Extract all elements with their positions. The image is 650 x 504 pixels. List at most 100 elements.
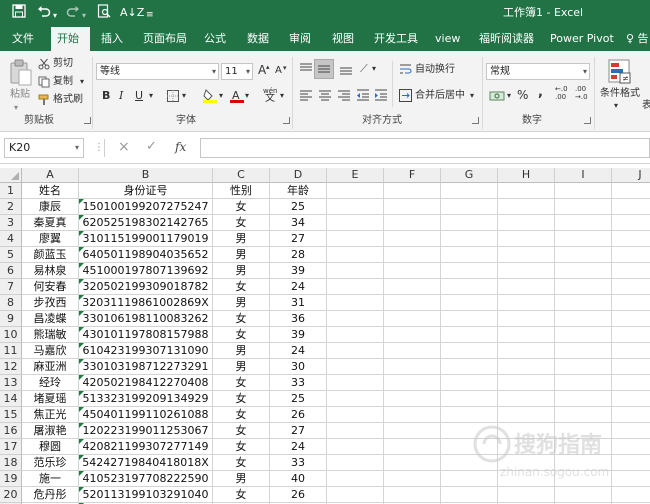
font-name-select[interactable]: 等线 ▾ bbox=[96, 63, 219, 80]
cell-a9[interactable]: 昌凌蝶 bbox=[22, 311, 79, 327]
cell-f4[interactable] bbox=[384, 231, 441, 247]
cell-c17[interactable]: 女 bbox=[213, 439, 270, 455]
cell-b7[interactable]: 320502199309018782 bbox=[79, 279, 213, 295]
cell-g14[interactable] bbox=[441, 391, 498, 407]
cell-a3[interactable]: 秦夏真 bbox=[22, 215, 79, 231]
fill-color-icon[interactable] bbox=[203, 88, 217, 106]
increase-indent-icon[interactable] bbox=[374, 88, 388, 105]
tab-formulas[interactable]: 公式 bbox=[198, 27, 232, 51]
cell-b16[interactable]: 120223199011253067 bbox=[79, 423, 213, 439]
number-launcher-icon[interactable] bbox=[584, 117, 591, 124]
align-top-icon[interactable] bbox=[299, 62, 313, 79]
cell-g8[interactable] bbox=[441, 295, 498, 311]
cell-f5[interactable] bbox=[384, 247, 441, 263]
cell-d2[interactable]: 25 bbox=[270, 199, 327, 215]
decrease-indent-icon[interactable] bbox=[356, 88, 370, 105]
cell-c19[interactable]: 男 bbox=[213, 471, 270, 487]
cell-i1[interactable] bbox=[555, 183, 612, 199]
cell-b2[interactable]: 150100199207275247 bbox=[79, 199, 213, 215]
cell-f9[interactable] bbox=[384, 311, 441, 327]
row-header-17[interactable]: 17 bbox=[0, 439, 22, 455]
merge-dropdown-icon[interactable]: ▾ bbox=[470, 89, 474, 103]
redo-icon[interactable] bbox=[66, 4, 80, 24]
cell-g10[interactable] bbox=[441, 327, 498, 343]
cell-b18[interactable]: 54242719840418018X bbox=[79, 455, 213, 471]
cell-f17[interactable] bbox=[384, 439, 441, 455]
cell-h12[interactable] bbox=[498, 359, 555, 375]
cell-e16[interactable] bbox=[327, 423, 384, 439]
cell-b15[interactable]: 450401199110261088 bbox=[79, 407, 213, 423]
undo-dropdown-icon[interactable]: ▾ bbox=[53, 7, 57, 25]
cell-c13[interactable]: 女 bbox=[213, 375, 270, 391]
cell-h5[interactable] bbox=[498, 247, 555, 263]
row-header-9[interactable]: 9 bbox=[0, 311, 22, 327]
cell-c4[interactable]: 男 bbox=[213, 231, 270, 247]
cell-e17[interactable] bbox=[327, 439, 384, 455]
redo-dropdown-icon[interactable]: ▾ bbox=[82, 7, 86, 25]
cell-a8[interactable]: 步孜西 bbox=[22, 295, 79, 311]
cell-e3[interactable] bbox=[327, 215, 384, 231]
cell-h20[interactable] bbox=[498, 487, 555, 503]
cell-b6[interactable]: 451000197807139692 bbox=[79, 263, 213, 279]
cell-e6[interactable] bbox=[327, 263, 384, 279]
sort-icon[interactable]: A↓Z bbox=[120, 4, 144, 22]
accounting-format-icon[interactable] bbox=[489, 89, 505, 106]
orientation-dropdown-icon[interactable]: ▾ bbox=[372, 62, 376, 76]
cell-g6[interactable] bbox=[441, 263, 498, 279]
cell-d12[interactable]: 30 bbox=[270, 359, 327, 375]
cell-i4[interactable] bbox=[555, 231, 612, 247]
tab-view-addin[interactable]: view bbox=[429, 27, 466, 51]
cell-b5[interactable]: 640501198904035652 bbox=[79, 247, 213, 263]
cell-f6[interactable] bbox=[384, 263, 441, 279]
cell-e4[interactable] bbox=[327, 231, 384, 247]
cell-c3[interactable]: 女 bbox=[213, 215, 270, 231]
formula-input[interactable] bbox=[200, 138, 650, 158]
align-bottom-icon[interactable] bbox=[339, 62, 353, 79]
cell-a18[interactable]: 范乐珍 bbox=[22, 455, 79, 471]
cell-d5[interactable]: 28 bbox=[270, 247, 327, 263]
cell-j14[interactable] bbox=[612, 391, 650, 407]
wrap-text-button[interactable]: 自动换行 bbox=[415, 63, 455, 77]
align-right-icon[interactable] bbox=[337, 88, 351, 105]
percent-button[interactable]: % bbox=[517, 88, 528, 102]
row-header-4[interactable]: 4 bbox=[0, 231, 22, 247]
cell-c1[interactable]: 性别 bbox=[213, 183, 270, 199]
cell-i13[interactable] bbox=[555, 375, 612, 391]
tab-insert[interactable]: 插入 bbox=[95, 27, 129, 51]
row-header-6[interactable]: 6 bbox=[0, 263, 22, 279]
cell-j1[interactable] bbox=[612, 183, 650, 199]
cell-a10[interactable]: 熊瑞敏 bbox=[22, 327, 79, 343]
cell-a7[interactable]: 何安春 bbox=[22, 279, 79, 295]
tab-data[interactable]: 数据 bbox=[241, 27, 275, 51]
cell-i20[interactable] bbox=[555, 487, 612, 503]
cell-j8[interactable] bbox=[612, 295, 650, 311]
column-header-g[interactable]: G bbox=[441, 168, 498, 183]
border-icon[interactable] bbox=[167, 90, 179, 105]
cell-c6[interactable]: 男 bbox=[213, 263, 270, 279]
cell-a5[interactable]: 颜蓝玉 bbox=[22, 247, 79, 263]
cell-i9[interactable] bbox=[555, 311, 612, 327]
row-header-2[interactable]: 2 bbox=[0, 199, 22, 215]
cell-c7[interactable]: 女 bbox=[213, 279, 270, 295]
cell-g4[interactable] bbox=[441, 231, 498, 247]
cell-i8[interactable] bbox=[555, 295, 612, 311]
cell-b13[interactable]: 420502198412270408 bbox=[79, 375, 213, 391]
cell-d17[interactable]: 24 bbox=[270, 439, 327, 455]
copy-dropdown-icon[interactable]: ▾ bbox=[80, 75, 84, 89]
cell-h8[interactable] bbox=[498, 295, 555, 311]
cell-h1[interactable] bbox=[498, 183, 555, 199]
accounting-dropdown-icon[interactable]: ▾ bbox=[507, 89, 511, 103]
cell-i5[interactable] bbox=[555, 247, 612, 263]
paste-icon[interactable] bbox=[8, 59, 34, 90]
cell-d13[interactable]: 33 bbox=[270, 375, 327, 391]
cell-d18[interactable]: 33 bbox=[270, 455, 327, 471]
cell-j11[interactable] bbox=[612, 343, 650, 359]
column-header-j[interactable]: J bbox=[612, 168, 650, 183]
row-header-15[interactable]: 15 bbox=[0, 407, 22, 423]
cell-g5[interactable] bbox=[441, 247, 498, 263]
cell-j5[interactable] bbox=[612, 247, 650, 263]
cell-b1[interactable]: 身份证号 bbox=[79, 183, 213, 199]
cell-d15[interactable]: 26 bbox=[270, 407, 327, 423]
tab-page-layout[interactable]: 页面布局 bbox=[137, 27, 193, 51]
underline-dropdown-icon[interactable]: ▾ bbox=[149, 89, 153, 103]
